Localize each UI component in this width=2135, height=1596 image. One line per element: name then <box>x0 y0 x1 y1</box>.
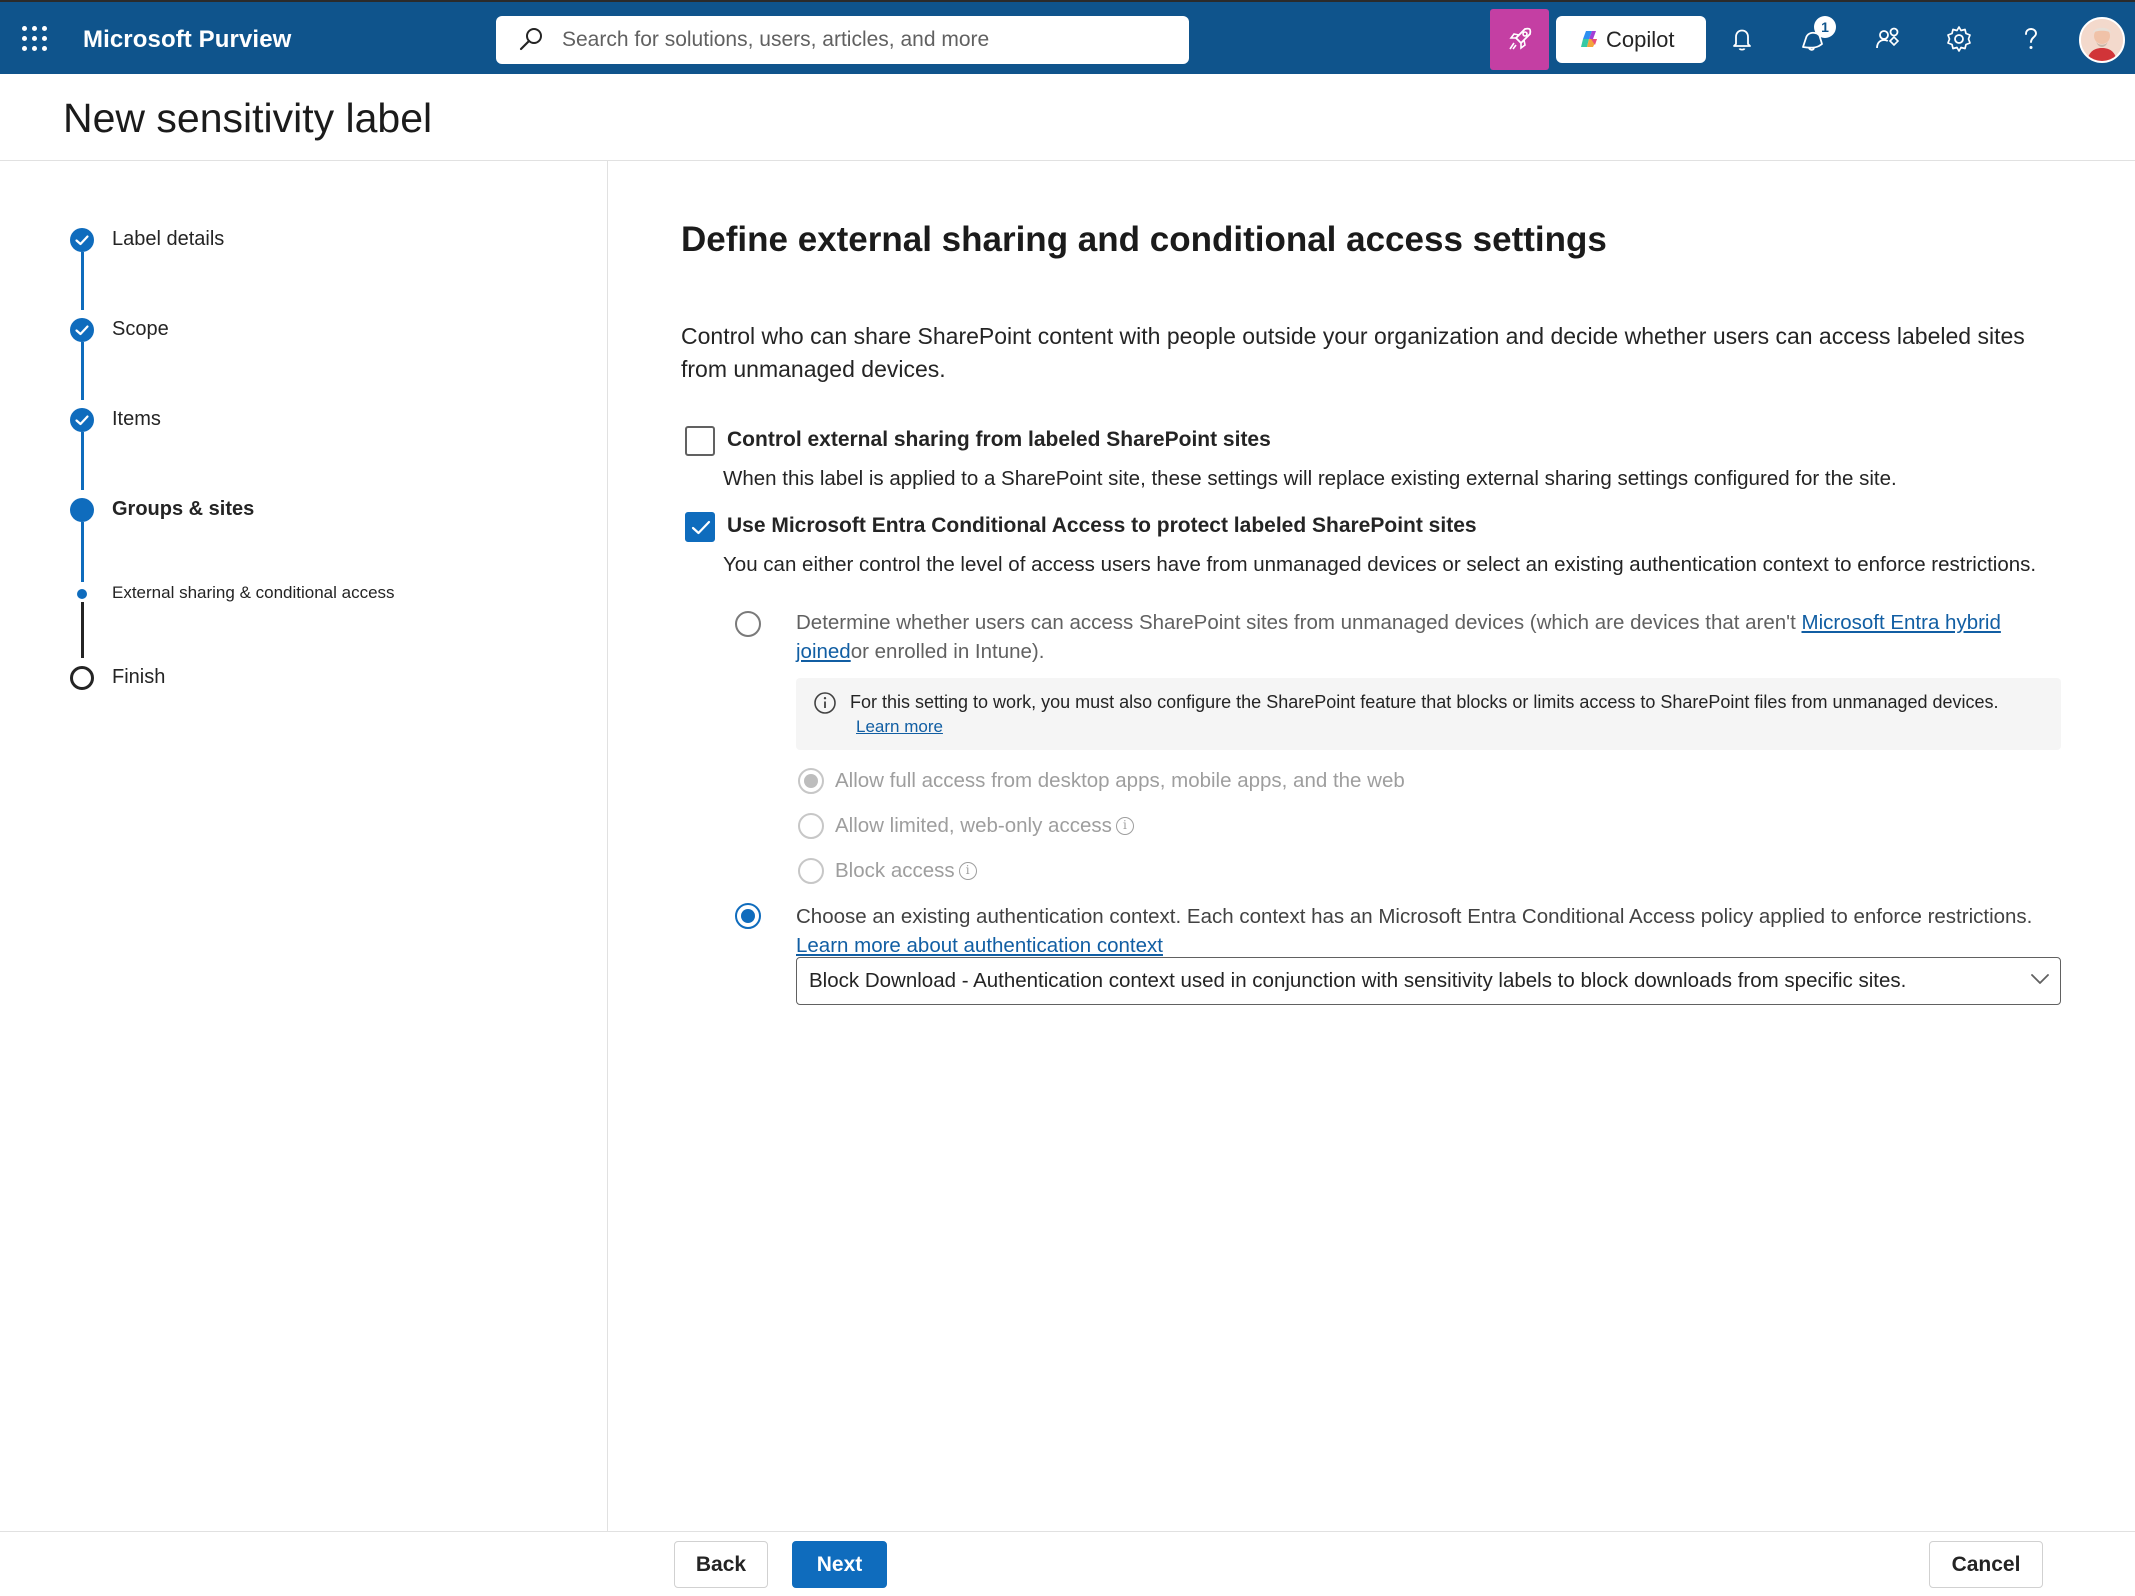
chevron-down-icon <box>2031 974 2049 984</box>
auth-context-learn-more-link[interactable]: Learn more about authentication context <box>796 934 1163 957</box>
step-label-groups-sites: Groups & sites <box>112 498 255 520</box>
auth-context-text: Choose an existing authentication contex… <box>796 902 2056 960</box>
full-access-label: Allow full access from desktop apps, mob… <box>835 769 1405 792</box>
external-sharing-description: When this label is applied to a SharePoi… <box>723 467 1897 490</box>
unmanaged-devices-text-before: Determine whether users can access Share… <box>796 611 1802 634</box>
unmanaged-devices-radio[interactable] <box>735 611 761 637</box>
unmanaged-devices-text: Determine whether users can access Share… <box>796 608 2036 666</box>
header-divider <box>0 160 2135 161</box>
limited-access-radio[interactable] <box>798 813 824 839</box>
help-icon[interactable] <box>2016 24 2046 54</box>
full-access-radio[interactable] <box>798 768 824 794</box>
user-avatar-icon <box>2081 19 2123 61</box>
step-connector <box>81 522 84 582</box>
gear-icon[interactable] <box>1944 24 1974 54</box>
intro-text: Control who can share SharePoint content… <box>681 323 2025 382</box>
conditional-access-description: You can either control the level of acce… <box>723 553 2037 576</box>
info-message-bar: For this setting to work, you must also … <box>796 678 2061 750</box>
avatar[interactable] <box>2079 17 2125 63</box>
step-pending-icon <box>70 666 94 690</box>
block-access-label: Block access <box>835 859 955 882</box>
app-launcher-icon[interactable] <box>22 26 48 52</box>
limited-access-label: Allow limited, web-only access <box>835 814 1112 837</box>
step-label-scope: Scope <box>112 318 169 340</box>
auth-context-selected-value: Block Download - Authentication context … <box>809 969 1907 992</box>
app-name[interactable]: Microsoft Purview <box>83 26 291 54</box>
step-label-items: Items <box>112 408 161 430</box>
mascot-button[interactable] <box>1490 9 1549 70</box>
step-connector <box>81 342 84 400</box>
step-connector <box>81 602 84 658</box>
step-label-finish: Finish <box>112 666 166 688</box>
search-placeholder: Search for solutions, users, articles, a… <box>562 28 990 51</box>
step-connector <box>81 252 84 310</box>
people-settings-icon[interactable] <box>1873 24 1903 54</box>
conditional-access-checkbox[interactable] <box>685 512 715 542</box>
top-bar: Microsoft Purview Search for solutions, … <box>0 0 2135 74</box>
step-current-icon <box>70 498 94 522</box>
step-complete-icon <box>70 228 94 252</box>
limited-access-row: Allow limited, web-only access i <box>835 814 1134 838</box>
copilot-button[interactable]: Copilot <box>1556 16 1706 63</box>
block-access-row: Block access i <box>835 859 977 883</box>
external-sharing-label[interactable]: Control external sharing from labeled Sh… <box>727 428 1271 452</box>
step-label-details: Label details <box>112 228 225 250</box>
copilot-logo-icon <box>1581 31 1597 47</box>
checkmark-icon <box>691 520 711 535</box>
external-sharing-checkbox[interactable] <box>685 426 715 456</box>
block-access-radio[interactable] <box>798 858 824 884</box>
info-text: For this setting to work, you must also … <box>850 692 1999 712</box>
section-heading: Define external sharing and conditional … <box>681 220 1607 259</box>
auth-context-dropdown[interactable]: Block Download - Authentication context … <box>796 957 2061 1005</box>
page-title: New sensitivity label <box>63 95 433 141</box>
learn-more-link[interactable]: Learn more <box>856 717 943 737</box>
auth-context-description: Choose an existing authentication contex… <box>796 905 2033 928</box>
step-complete-icon <box>70 318 94 342</box>
step-connector <box>81 432 84 490</box>
info-icon <box>814 692 836 714</box>
step-complete-icon <box>70 408 94 432</box>
info-icon[interactable]: i <box>1115 817 1134 835</box>
copilot-label: Copilot <box>1606 27 1675 52</box>
back-button[interactable]: Back <box>674 1541 768 1588</box>
rocket-icon <box>1509 27 1532 50</box>
bell-icon[interactable] <box>1727 24 1757 54</box>
notification-badge: 1 <box>1814 16 1836 38</box>
cancel-button[interactable]: Cancel <box>1929 1541 2043 1588</box>
info-icon[interactable]: i <box>958 862 977 880</box>
footer-divider <box>0 1531 2135 1532</box>
auth-context-radio[interactable] <box>735 903 761 929</box>
panel-divider <box>607 161 608 1531</box>
step-label-external-sharing: External sharing & conditional access <box>112 583 395 602</box>
search-box[interactable]: Search for solutions, users, articles, a… <box>496 16 1189 64</box>
substep-current-icon <box>77 589 87 599</box>
search-icon <box>519 28 542 51</box>
conditional-access-label[interactable]: Use Microsoft Entra Conditional Access t… <box>727 514 1477 538</box>
unmanaged-devices-text-after: or enrolled in Intune). <box>850 640 1045 663</box>
next-button[interactable]: Next <box>792 1541 887 1588</box>
